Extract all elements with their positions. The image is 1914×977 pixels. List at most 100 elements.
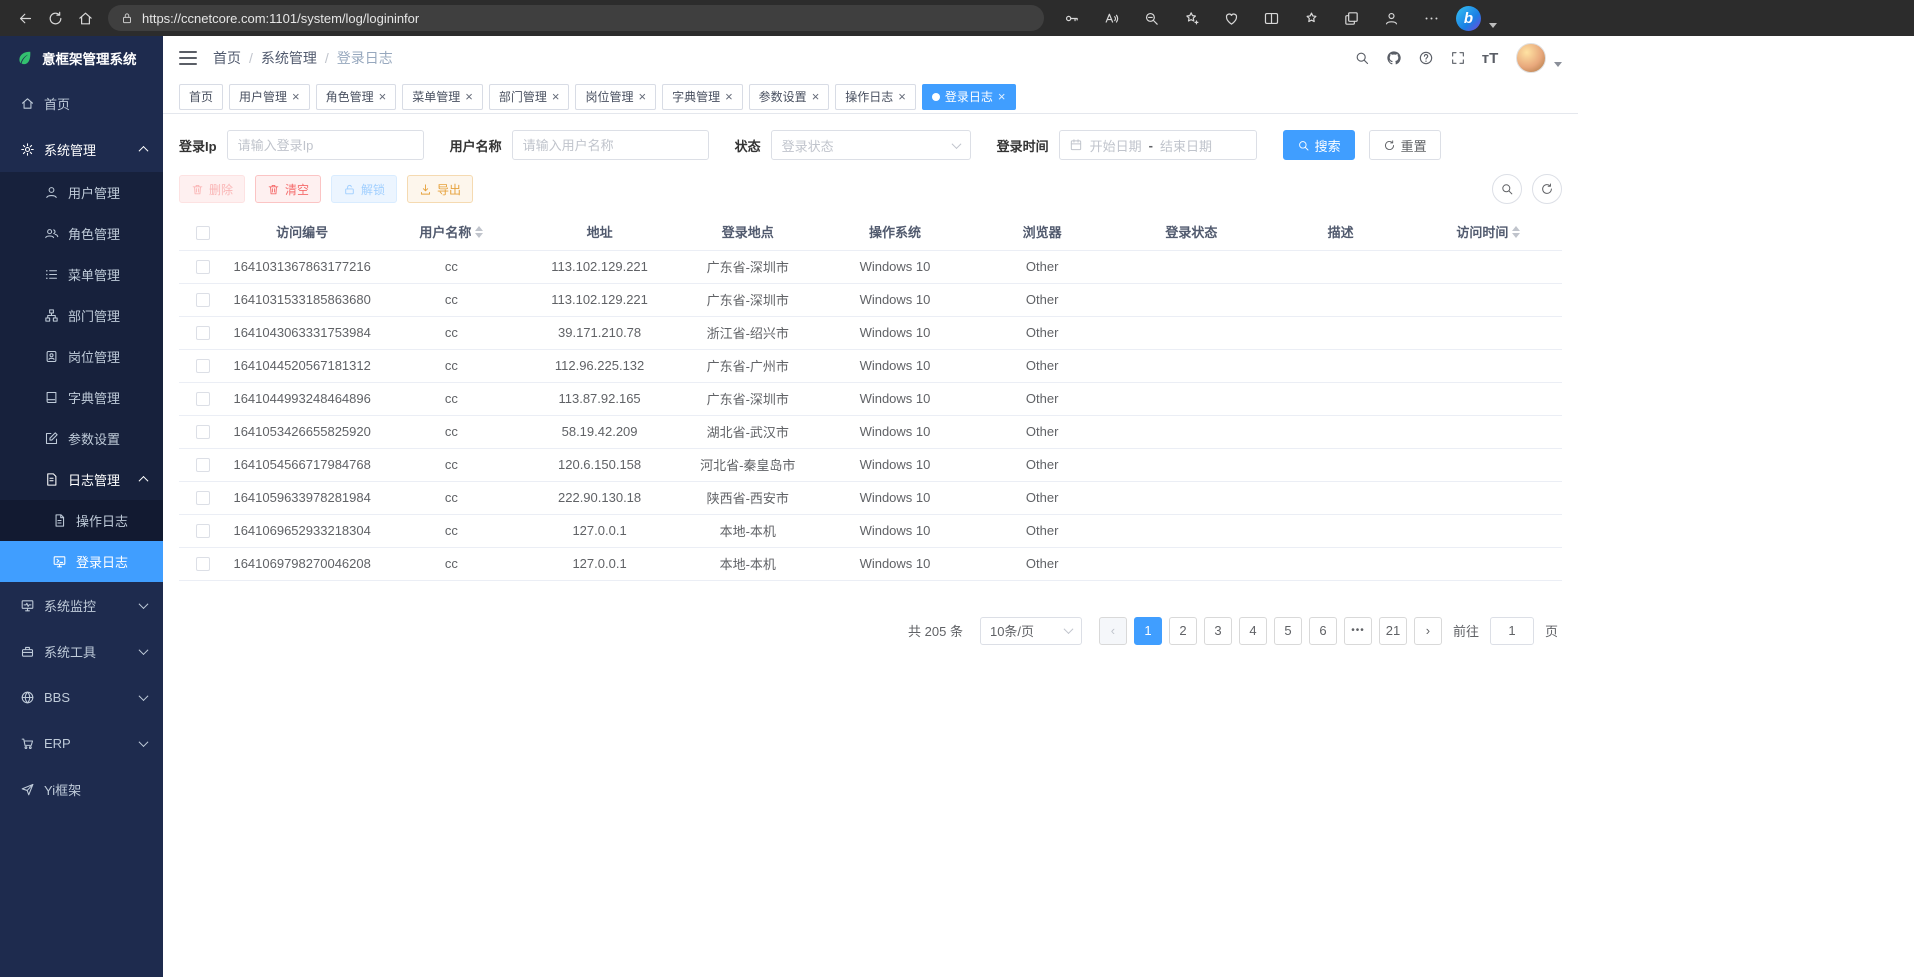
row-checkbox[interactable] [196, 524, 210, 538]
more-pages-button[interactable]: ••• [1344, 617, 1372, 645]
breadcrumb-system[interactable]: 系统管理 [261, 48, 317, 68]
row-checkbox[interactable] [196, 458, 210, 472]
password-key-icon[interactable] [1056, 3, 1086, 33]
row-checkbox[interactable] [196, 326, 210, 340]
app-logo[interactable]: 意框架管理系统 [0, 36, 163, 80]
select-all-checkbox[interactable] [196, 226, 210, 240]
collections-icon[interactable] [1336, 3, 1366, 33]
tab-字典管理[interactable]: 字典管理× [662, 84, 743, 110]
browser-profile-icon[interactable] [1376, 3, 1406, 33]
breadcrumb-home[interactable]: 首页 [213, 48, 241, 68]
sidebar-item-岗位管理[interactable]: 岗位管理 [0, 336, 163, 377]
row-checkbox[interactable] [196, 425, 210, 439]
row-checkbox[interactable] [196, 392, 210, 406]
close-icon[interactable]: × [638, 90, 646, 103]
export-button[interactable]: 导出 [407, 175, 473, 203]
reload-icon[interactable] [40, 3, 70, 33]
prev-page-button[interactable]: ‹ [1099, 617, 1127, 645]
close-icon[interactable]: × [898, 90, 906, 103]
sidebar-item-参数设置[interactable]: 参数设置 [0, 418, 163, 459]
page-button-21[interactable]: 21 [1379, 617, 1407, 645]
sidebar-item-BBS[interactable]: BBS [0, 674, 163, 720]
page-button-3[interactable]: 3 [1204, 617, 1232, 645]
status-select[interactable]: 登录状态 [771, 130, 971, 160]
page-button-6[interactable]: 6 [1309, 617, 1337, 645]
sidebar-item-用户管理[interactable]: 用户管理 [0, 172, 163, 213]
back-icon[interactable] [10, 3, 40, 33]
sidebar-item-系统监控[interactable]: 系统监控 [0, 582, 163, 628]
row-checkbox[interactable] [196, 260, 210, 274]
collapse-sidebar-icon[interactable] [179, 51, 197, 65]
close-icon[interactable]: × [998, 90, 1006, 103]
add-favorite-icon[interactable] [1176, 3, 1206, 33]
tab-用户管理[interactable]: 用户管理× [229, 84, 310, 110]
close-icon[interactable]: × [465, 90, 473, 103]
close-icon[interactable]: × [379, 90, 387, 103]
browser-essentials-icon[interactable] [1216, 3, 1246, 33]
font-size-icon[interactable]: тT [1476, 44, 1504, 72]
page-button-2[interactable]: 2 [1169, 617, 1197, 645]
sidebar-item-登录日志[interactable]: 登录日志 [0, 541, 163, 582]
page-button-5[interactable]: 5 [1274, 617, 1302, 645]
column-header-访问时间[interactable]: 访问时间 [1415, 214, 1562, 250]
close-icon[interactable]: × [292, 90, 300, 103]
sidebar-item-Yi框架[interactable]: Yi框架 [0, 766, 163, 812]
site-info-lock-icon[interactable] [120, 11, 134, 25]
favorites-bar-icon[interactable] [1296, 3, 1326, 33]
tab-操作日志[interactable]: 操作日志× [835, 84, 916, 110]
browser-menu-icon[interactable] [1416, 3, 1446, 33]
copilot-bing-icon[interactable]: b [1456, 6, 1481, 31]
close-icon[interactable]: × [552, 90, 560, 103]
user-avatar[interactable] [1516, 43, 1546, 73]
address-bar[interactable]: https://ccnetcore.com:1101/system/log/lo… [108, 5, 1044, 31]
sort-carets-icon[interactable] [475, 226, 483, 238]
close-icon[interactable]: × [725, 90, 733, 103]
sidebar-item-系统管理[interactable]: 系统管理 [0, 126, 163, 172]
read-aloud-icon[interactable] [1096, 3, 1126, 33]
username-input[interactable] [512, 130, 709, 160]
tab-参数设置[interactable]: 参数设置× [749, 84, 830, 110]
row-checkbox[interactable] [196, 359, 210, 373]
jump-page-input[interactable] [1490, 617, 1534, 645]
github-icon[interactable] [1380, 44, 1408, 72]
sidebar-item-部门管理[interactable]: 部门管理 [0, 295, 163, 336]
refresh-table-button[interactable] [1532, 174, 1562, 204]
sidebar-item-系统工具[interactable]: 系统工具 [0, 628, 163, 674]
reset-button[interactable]: 重置 [1369, 130, 1441, 160]
column-header-用户名称[interactable]: 用户名称 [377, 214, 525, 250]
tab-登录日志[interactable]: 登录日志× [922, 84, 1016, 110]
ip-input[interactable] [227, 130, 424, 160]
search-button[interactable]: 搜索 [1283, 130, 1355, 160]
delete-button[interactable]: 删除 [179, 175, 245, 203]
sidebar-item-ERP[interactable]: ERP [0, 720, 163, 766]
header-search-icon[interactable] [1348, 44, 1376, 72]
sidebar-item-操作日志[interactable]: 操作日志 [0, 500, 163, 541]
sidebar-item-角色管理[interactable]: 角色管理 [0, 213, 163, 254]
split-screen-icon[interactable] [1256, 3, 1286, 33]
browser-home-icon[interactable] [70, 3, 100, 33]
sort-carets-icon[interactable] [1512, 226, 1520, 238]
tab-首页[interactable]: 首页 [179, 84, 223, 110]
unlock-button[interactable]: 解锁 [331, 175, 397, 203]
sidebar-item-菜单管理[interactable]: 菜单管理 [0, 254, 163, 295]
row-checkbox[interactable] [196, 491, 210, 505]
page-size-select[interactable]: 10条/页 [980, 617, 1082, 645]
tab-部门管理[interactable]: 部门管理× [489, 84, 570, 110]
page-button-4[interactable]: 4 [1239, 617, 1267, 645]
sidebar-item-字典管理[interactable]: 字典管理 [0, 377, 163, 418]
zoom-out-icon[interactable] [1136, 3, 1166, 33]
close-icon[interactable]: × [812, 90, 820, 103]
sidebar-item-首页[interactable]: 首页 [0, 80, 163, 126]
help-icon[interactable] [1412, 44, 1440, 72]
date-range-picker[interactable]: 开始日期 - 结束日期 [1059, 130, 1257, 160]
clear-button[interactable]: 清空 [255, 175, 321, 203]
page-button-1[interactable]: 1 [1134, 617, 1162, 645]
avatar-caret-icon[interactable] [1554, 62, 1562, 67]
tab-菜单管理[interactable]: 菜单管理× [402, 84, 483, 110]
next-page-button[interactable]: › [1414, 617, 1442, 645]
tab-角色管理[interactable]: 角色管理× [316, 84, 397, 110]
tab-岗位管理[interactable]: 岗位管理× [575, 84, 656, 110]
copilot-caret-icon[interactable] [1489, 23, 1497, 28]
row-checkbox[interactable] [196, 557, 210, 571]
fullscreen-icon[interactable] [1444, 44, 1472, 72]
